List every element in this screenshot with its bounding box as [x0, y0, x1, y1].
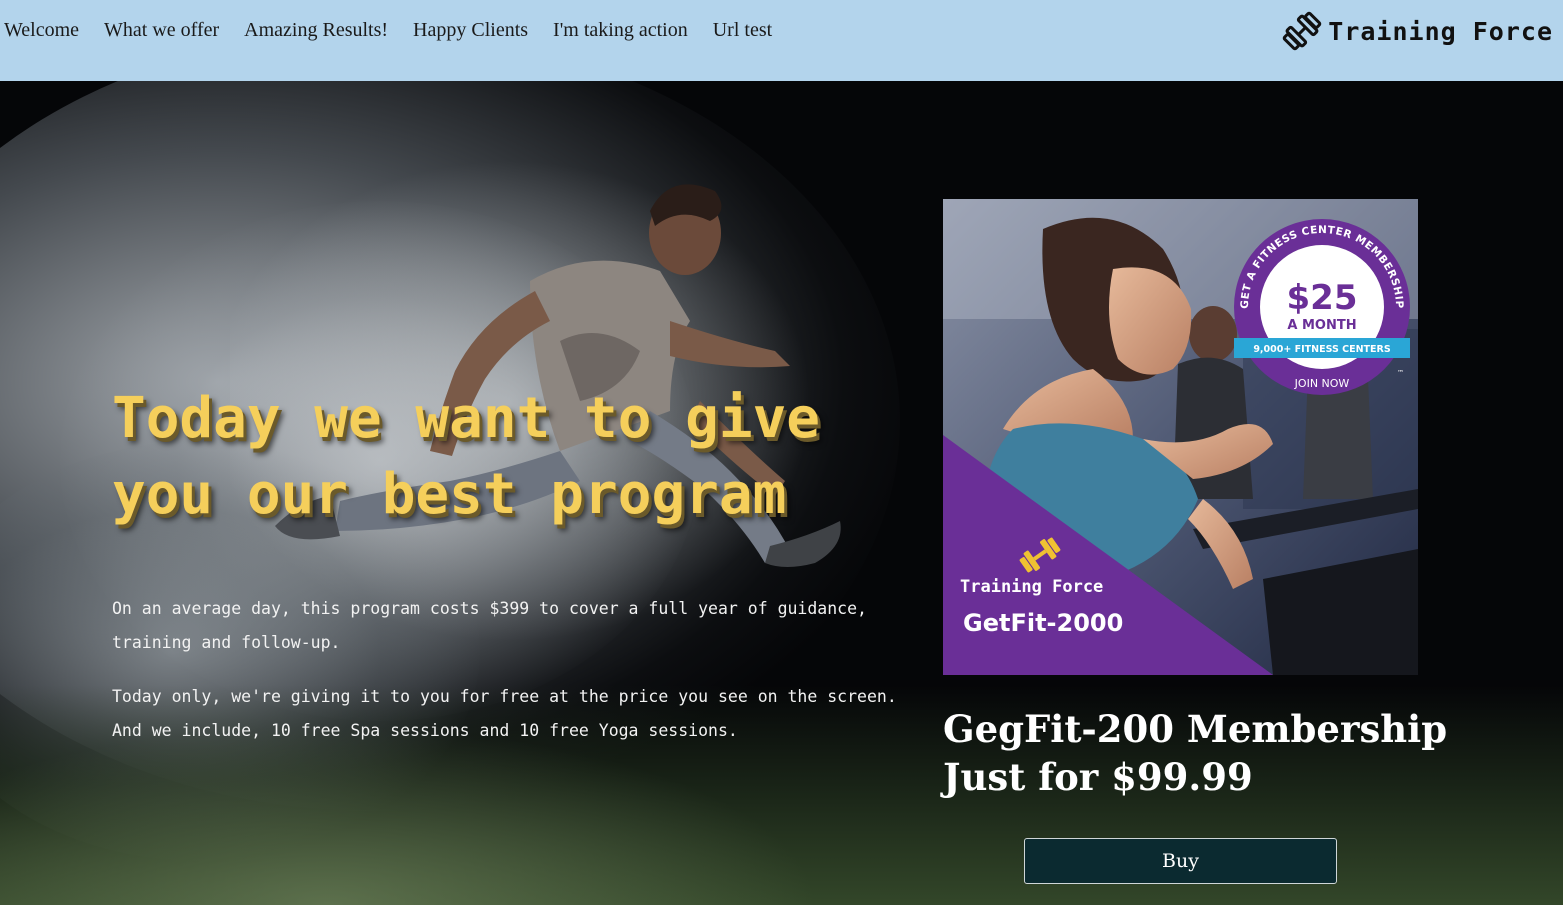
hero-paragraph-price: On an average day, this program costs $3… [112, 599, 867, 652]
hero-section: Today we want to give you our best progr… [0, 81, 1563, 905]
membership-ad-image[interactable]: Training Force GetFit-2000 GET A FITNESS… [943, 199, 1418, 675]
hero-paragraph-offer: Today only, we're giving it to you for f… [112, 687, 897, 740]
ad-product: GetFit-2000 [963, 609, 1123, 637]
badge-period: A MONTH [1287, 318, 1356, 333]
top-navigation: Welcome What we offer Amazing Results! H… [0, 0, 1563, 81]
ad-brand: Training Force [960, 577, 1103, 597]
svg-text:™: ™ [1397, 369, 1404, 377]
nav-link-happy-clients[interactable]: Happy Clients [413, 17, 528, 43]
brand-name: Training Force [1328, 16, 1553, 46]
nav-link-welcome[interactable]: Welcome [4, 17, 79, 43]
nav-link-what-we-offer[interactable]: What we offer [104, 17, 219, 43]
nav-link-taking-action[interactable]: I'm taking action [553, 17, 688, 43]
brand-logo[interactable]: Training Force [1282, 11, 1553, 51]
offer-title-line-1: GegFit-200 Membership [943, 707, 1448, 751]
ad-illustration: Training Force GetFit-2000 GET A FITNESS… [943, 199, 1418, 675]
price-badge: GET A FITNESS CENTER MEMBERSHIP $25 A MO… [1234, 219, 1410, 395]
dumbbell-icon [1283, 11, 1322, 51]
badge-join: JOIN NOW [1294, 377, 1350, 390]
buy-button[interactable]: Buy [1024, 838, 1337, 884]
nav-link-url-test[interactable]: Url test [713, 17, 772, 43]
nav-link-amazing-results[interactable]: Amazing Results! [244, 17, 388, 43]
offer-title: GegFit-200 Membership Just for $99.99 [943, 705, 1503, 801]
hero-headline: Today we want to give you our best progr… [112, 386, 821, 527]
badge-price: $25 [1287, 278, 1358, 318]
badge-ribbon: 9,000+ FITNESS CENTERS [1253, 344, 1391, 355]
nav-links: Welcome What we offer Amazing Results! H… [4, 17, 772, 43]
offer-title-line-2: Just for $99.99 [943, 755, 1253, 799]
